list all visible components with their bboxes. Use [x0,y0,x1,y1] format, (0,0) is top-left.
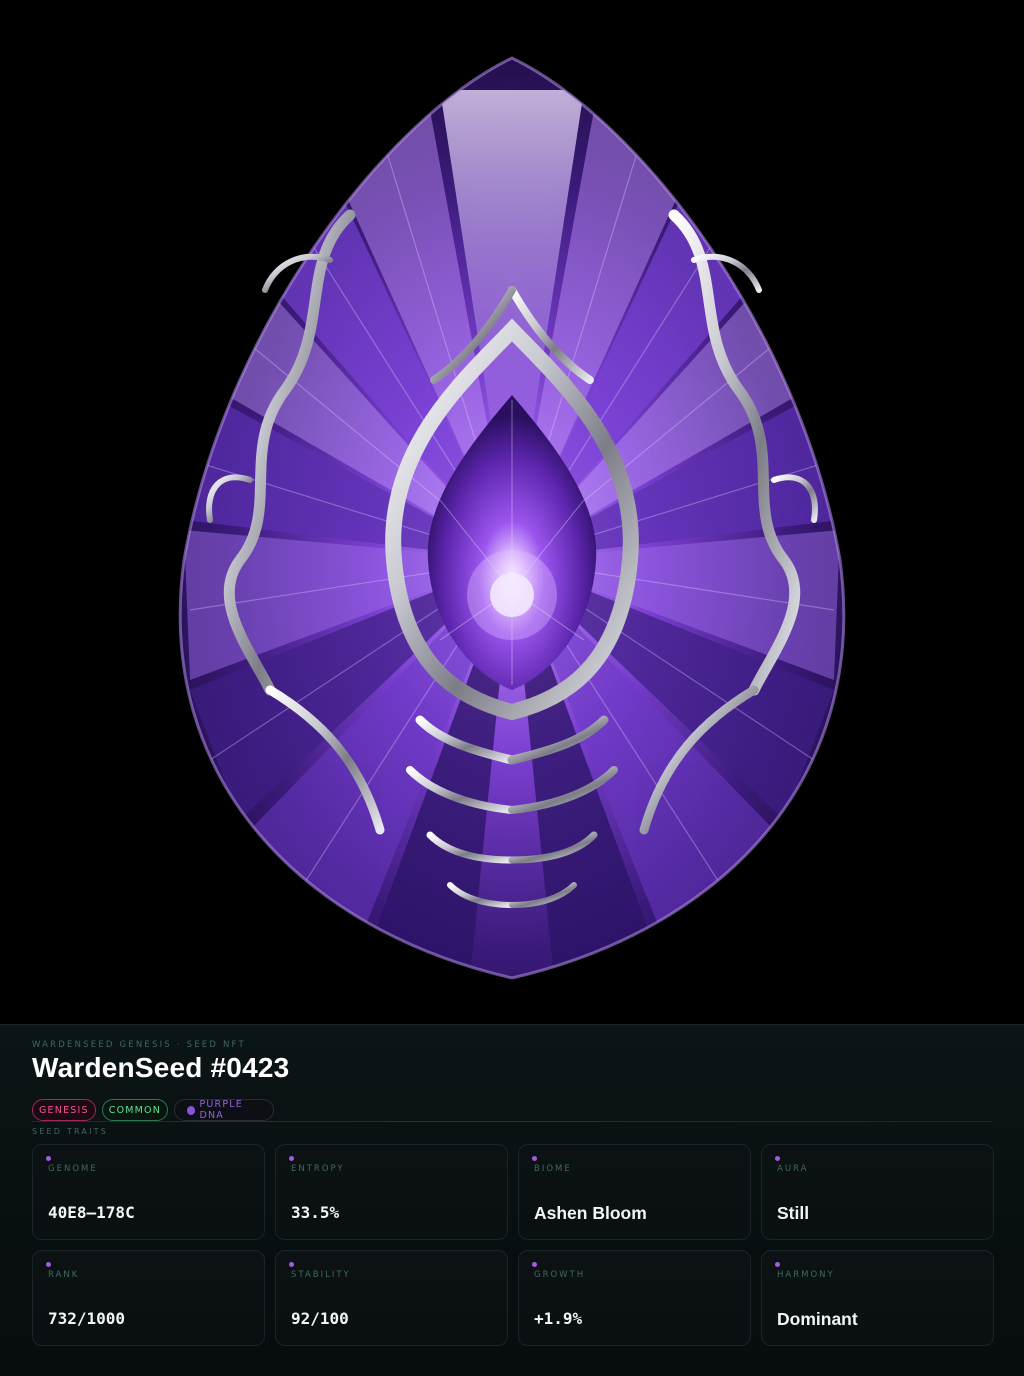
trait-value: 732/1000 [48,1309,126,1328]
trait-card-genome: GENOME 40E8–178C [32,1144,265,1240]
trait-value: 33.5% [291,1203,340,1222]
nft-title: WardenSeed #0423 [32,1052,290,1083]
trait-card-entropy: ENTROPY 33.5% [275,1144,508,1240]
trait-dot-icon [532,1156,537,1161]
nft-info-panel: WARDENSEED GENESIS · SEED NFT WardenSeed… [0,1024,1024,1376]
trait-label: AURA [777,1164,809,1174]
trait-label: GROWTH [534,1270,586,1280]
genesis-badge: GENESIS [32,1099,96,1121]
dna-badge-label: PURPLE DNA [199,1099,243,1121]
trait-dot-icon [532,1262,537,1267]
trait-label: BIOME [534,1164,572,1174]
traits-section-label: SEED TRAITS [32,1127,109,1136]
trait-card-stability: STABILITY 92/100 [275,1250,508,1346]
traits-grid: GENOME 40E8–178C ENTROPY 33.5% BIOME Ash… [32,1144,994,1346]
trait-dot-icon [46,1156,51,1161]
trait-card-biome: BIOME Ashen Bloom [518,1144,751,1240]
trait-card-growth: GROWTH +1.9% [518,1250,751,1346]
trait-card-rank: RANK 732/1000 [32,1250,265,1346]
trait-dot-icon [775,1156,780,1161]
trait-dot-icon [289,1156,294,1161]
collection-eyebrow: WARDENSEED GENESIS · SEED NFT [32,1040,246,1050]
trait-label: STABILITY [291,1270,351,1280]
trait-value: 40E8–178C [48,1203,135,1222]
trait-label: RANK [48,1270,80,1280]
trait-label: HARMONY [777,1270,835,1280]
trait-value: Ashen Bloom [534,1203,647,1223]
trait-card-aura: AURA Still [761,1144,994,1240]
trait-value: Still [777,1203,810,1223]
rarity-badge: COMMON [101,1099,169,1121]
seed-artwork [0,0,1024,1024]
divider [32,1121,992,1122]
trait-dot-icon [289,1262,294,1267]
trait-dot-icon [775,1262,780,1267]
nft-page: WARDENSEED GENESIS · SEED NFT WardenSeed… [0,0,1024,1376]
trait-label: ENTROPY [291,1164,345,1174]
trait-card-harmony: HARMONY Dominant [761,1250,994,1346]
trait-value: 92/100 [291,1309,349,1328]
trait-dot-icon [46,1262,51,1267]
trait-label: GENOME [48,1164,98,1174]
amethyst-seed-gem-icon [178,56,846,980]
dna-color-dot-icon [187,1105,196,1115]
trait-value: +1.9% [534,1309,583,1328]
trait-value: Dominant [777,1309,858,1329]
dna-badge: PURPLE DNA [174,1099,275,1121]
badge-row: GENESIS COMMON PURPLE DNA [32,1099,992,1121]
